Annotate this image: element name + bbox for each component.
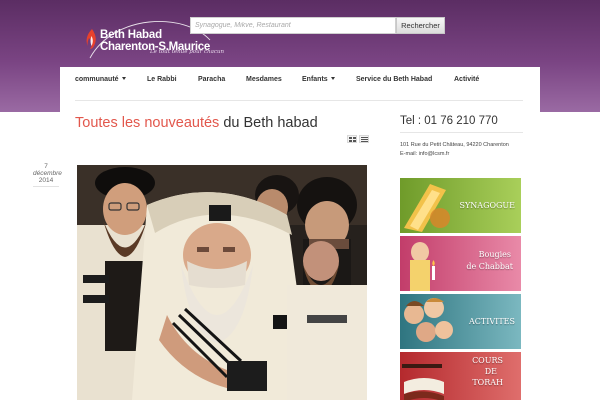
post-date-badge: 7 décembre 2014 [33,163,62,187]
sidebar-address: 101 Rue du Petit Château, 94220 Charento… [400,142,509,148]
nav-item-label: Enfants [302,76,328,83]
nav-item-communaute[interactable]: communauté [75,76,126,83]
nav-item-paracha[interactable]: Paracha [198,76,225,83]
sidebar-divider [400,132,523,133]
nav-item-label: Paracha [198,76,226,83]
banner-cours-torah[interactable]: COURS DE TORAH [400,352,521,400]
grid-view-icon[interactable] [347,135,357,143]
content-container: communauté Le Rabbi Paracha Mesdames Enf… [33,67,540,400]
banner-activites-label: ACTIVITES [469,317,515,326]
search-input[interactable] [190,17,396,34]
post-date-day: 7 [44,163,48,170]
list-view-icon[interactable] [359,135,369,143]
banner-synagogue[interactable]: SYNAGOGUE [400,178,521,233]
post-date-year: 2014 [38,177,54,184]
banner-bougies[interactable]: Bougies de Chabbat [400,236,521,291]
page-title-highlight: Toutes les nouveautés [75,115,220,131]
logo-tagline: Le tout tenue pour chacun [150,49,225,55]
banner-bougies-label-1: Bougies [478,250,511,259]
post-photo [77,165,367,400]
nav-item-enfants[interactable]: Enfants [302,76,335,83]
page-title-rest: du Beth habad [219,115,318,131]
sidebar-email[interactable]: E-mail: info@lcsm.fr [400,151,449,157]
page-title: Toutes les nouveautés du Beth habad [75,115,318,131]
nav-item-label: communauté [75,76,119,83]
nav-divider [75,100,523,101]
nav-item-le-rabbi[interactable]: Le Rabbi [147,76,177,83]
nav-item-label: Service du Beth Habad [356,76,433,83]
banner-torah-label-3: TORAH [472,378,503,387]
caret-down-icon [330,77,335,80]
banner-torah-label-1: COURS [472,356,503,365]
nav-item-label: Mesdames [246,76,282,83]
nav-item-label: Le Rabbi [147,76,177,83]
banner-torah-label-2: DE [484,367,497,376]
nav-item-label: Activité [454,76,480,83]
main-nav: communauté Le Rabbi Paracha Mesdames Enf… [60,67,540,93]
post-date-month: décembre [33,170,62,177]
logo-title: Beth Habad [100,29,162,41]
search-button[interactable]: Rechercher [396,17,445,34]
post-featured-image[interactable] [77,165,367,400]
sidebar-phone: Tel : 01 76 210 770 [400,115,498,127]
flame-logo-icon [86,29,96,49]
nav-item-mesdames[interactable]: Mesdames [246,76,282,83]
banner-activites[interactable]: ACTIVITES [400,294,521,349]
banner-bougies-label-2: de Chabbat [466,262,513,271]
nav-item-service[interactable]: Service du Beth Habad [356,76,432,83]
nav-item-activite[interactable]: Activité [454,76,479,83]
caret-down-icon [121,77,126,80]
banner-synagogue-label: SYNAGOGUE [459,201,515,210]
